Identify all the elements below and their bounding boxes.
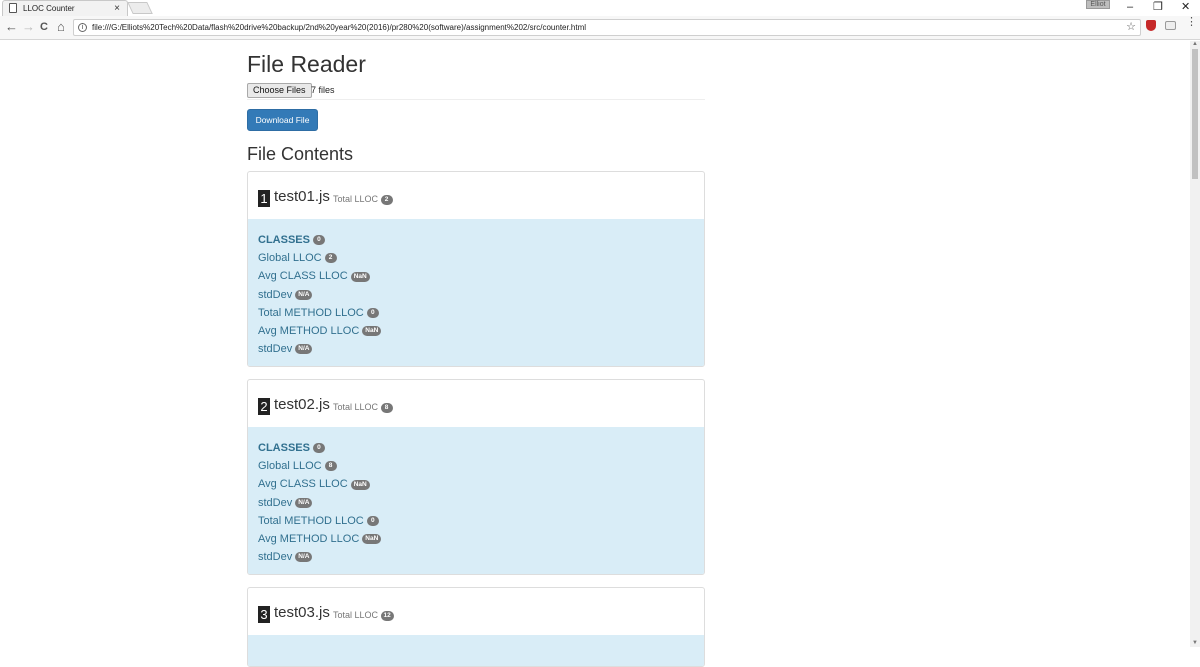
- panel-body: [248, 635, 704, 666]
- address-bar[interactable]: i file:///G:/Elliots%20Tech%20Data/flash…: [73, 19, 1141, 36]
- bookmark-star-icon[interactable]: ☆: [1126, 20, 1136, 33]
- file-input-row: Choose Files 7 files: [247, 82, 705, 100]
- browser-tab[interactable]: LLOC Counter ×: [2, 0, 128, 16]
- file-panel: 3 test03.js Total LLOC 12: [247, 587, 705, 667]
- global-lloc-badge: 2: [324, 253, 337, 264]
- menu-icon[interactable]: ⋮: [1186, 17, 1197, 28]
- info-icon[interactable]: i: [78, 23, 87, 32]
- method-stddev-stat: stdDev N/A: [258, 340, 694, 358]
- page-title: File Reader: [247, 51, 366, 77]
- contents-title: File Contents: [247, 144, 354, 164]
- panel-heading: 3 test03.js Total LLOC 12: [248, 588, 704, 635]
- reload-icon[interactable]: C: [40, 20, 48, 34]
- file-name: test01.js: [274, 188, 330, 205]
- scrollbar[interactable]: ▲ ▼: [1190, 41, 1200, 647]
- classes-stat: CLASSES 0: [258, 439, 694, 457]
- shield-extension-icon[interactable]: [1146, 20, 1156, 31]
- total-lloc-label: Total LLOC 12: [333, 610, 394, 621]
- tab-strip: LLOC Counter × Elliot – ❐ ✕: [0, 0, 1200, 16]
- minimize-icon[interactable]: –: [1127, 0, 1133, 14]
- total-method-lloc-stat: Total METHOD LLOC 0: [258, 304, 694, 322]
- classes-stat: CLASSES 0: [258, 231, 694, 249]
- avg-method-lloc-badge: NaN: [362, 534, 382, 545]
- file-panel: 2 test02.js Total LLOC 8 CLASSES 0 Global…: [247, 379, 705, 575]
- url-text: file:///G:/Elliots%20Tech%20Data/flash%2…: [92, 23, 587, 32]
- file-index-badge: 3: [258, 606, 270, 623]
- total-lloc-badge: 2: [380, 194, 393, 205]
- class-stddev-badge: N/A: [295, 497, 313, 508]
- file-name: test03.js: [274, 604, 330, 621]
- global-lloc-stat: Global LLOC 2: [258, 249, 694, 267]
- restore-icon[interactable]: ❐: [1153, 0, 1163, 14]
- total-lloc-label: Total LLOC 8: [333, 402, 393, 413]
- avg-method-lloc-stat: Avg METHOD LLOC NaN: [258, 530, 694, 548]
- total-method-lloc-badge: 0: [366, 307, 379, 318]
- close-window-icon[interactable]: ✕: [1181, 0, 1190, 14]
- file-count: 7 files: [311, 85, 335, 95]
- total-lloc-label: Total LLOC 2: [333, 194, 393, 205]
- panel-body: CLASSES 0 Global LLOC 8 Avg CLASS LLOC NaN …: [248, 427, 704, 574]
- classes-count-badge: 0: [312, 235, 325, 246]
- total-method-lloc-stat: Total METHOD LLOC 0: [258, 512, 694, 530]
- class-stddev-stat: stdDev N/A: [258, 494, 694, 512]
- scroll-down-icon[interactable]: ▼: [1192, 640, 1198, 646]
- classes-count-badge: 0: [312, 443, 325, 454]
- total-lloc-badge: 8: [380, 402, 393, 413]
- file-index-badge: 2: [258, 398, 270, 415]
- file-panel: 1 test01.js Total LLOC 2 CLASSES 0 Global…: [247, 171, 705, 367]
- method-stddev-badge: N/A: [295, 552, 313, 563]
- choose-files-button[interactable]: Choose Files: [247, 83, 312, 98]
- total-method-lloc-badge: 0: [366, 515, 379, 526]
- browser-toolbar: ← → C ⌂ i file:///G:/Elliots%20Tech%20Da…: [0, 16, 1200, 40]
- forward-icon[interactable]: →: [22, 20, 35, 34]
- class-stddev-stat: stdDev N/A: [258, 286, 694, 304]
- avg-method-lloc-badge: NaN: [362, 326, 382, 337]
- panel-heading: 1 test01.js Total LLOC 2: [248, 172, 704, 219]
- panel-body: CLASSES 0 Global LLOC 2 Avg CLASS LLOC NaN …: [248, 219, 704, 366]
- new-tab-button[interactable]: [127, 2, 153, 14]
- global-lloc-badge: 8: [324, 461, 337, 472]
- global-lloc-stat: Global LLOC 8: [258, 457, 694, 475]
- back-icon[interactable]: ←: [5, 20, 18, 34]
- avg-class-lloc-badge: NaN: [350, 479, 370, 490]
- method-stddev-stat: stdDev N/A: [258, 548, 694, 566]
- printer-extension-icon[interactable]: [1165, 21, 1176, 30]
- scrollbar-thumb[interactable]: [1192, 49, 1198, 179]
- file-name: test02.js: [274, 396, 330, 413]
- method-stddev-badge: N/A: [295, 344, 313, 355]
- download-file-button[interactable]: Download File: [247, 109, 318, 131]
- file-index-badge: 1: [258, 190, 270, 207]
- home-icon[interactable]: ⌂: [57, 20, 65, 34]
- panel-heading: 2 test02.js Total LLOC 8: [248, 380, 704, 427]
- tab-close-icon[interactable]: ×: [114, 2, 120, 16]
- avg-method-lloc-stat: Avg METHOD LLOC NaN: [258, 322, 694, 340]
- total-lloc-badge: 12: [380, 610, 394, 621]
- profile-badge[interactable]: Elliot: [1086, 0, 1110, 9]
- scroll-up-icon[interactable]: ▲: [1192, 41, 1198, 47]
- page-icon: [9, 3, 17, 13]
- class-stddev-badge: N/A: [295, 289, 313, 300]
- avg-class-lloc-badge: NaN: [350, 271, 370, 282]
- avg-class-lloc-stat: Avg CLASS LLOC NaN: [258, 267, 694, 285]
- tab-title: LLOC Counter: [23, 4, 75, 13]
- avg-class-lloc-stat: Avg CLASS LLOC NaN: [258, 475, 694, 493]
